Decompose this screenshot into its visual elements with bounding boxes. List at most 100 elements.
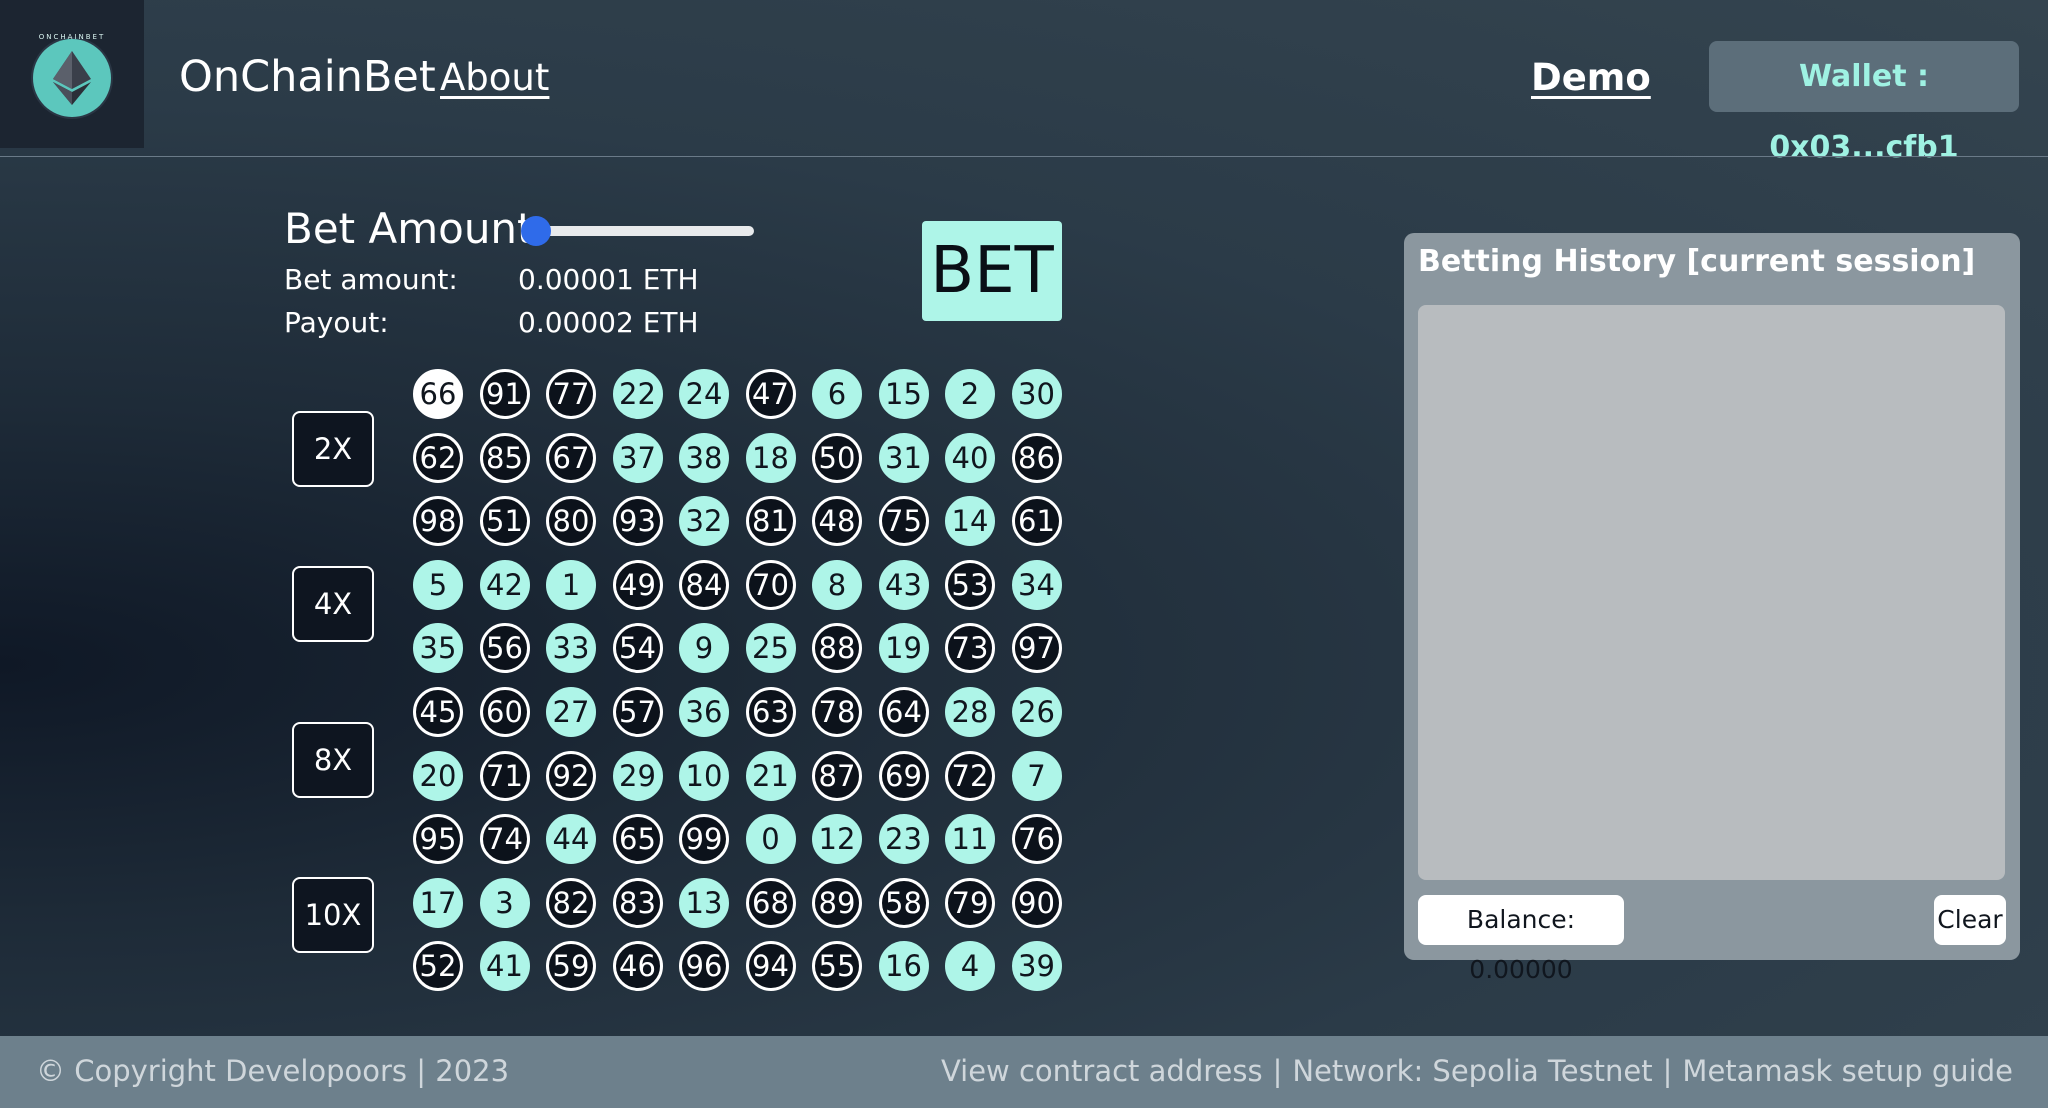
number-ball[interactable]: 16 [878,941,929,992]
number-ball[interactable]: 50 [812,432,862,483]
number-ball[interactable]: 82 [546,877,596,928]
view-contract-link[interactable]: View contract address [941,1054,1263,1088]
number-ball[interactable]: 85 [479,432,530,483]
number-ball[interactable]: 46 [612,941,663,992]
slider-thumb[interactable] [521,216,551,246]
number-ball[interactable]: 43 [878,559,929,610]
number-ball[interactable]: 90 [1011,877,1062,928]
number-ball[interactable]: 12 [812,814,862,865]
number-ball[interactable]: 75 [878,496,929,547]
number-ball[interactable]: 37 [612,432,663,483]
number-ball[interactable]: 89 [812,877,862,928]
number-ball[interactable]: 32 [679,496,729,547]
clear-button[interactable]: Clear [1934,895,2006,945]
number-ball[interactable]: 0 [745,814,796,865]
number-ball[interactable]: 39 [1011,941,1062,992]
number-ball[interactable]: 83 [612,877,663,928]
number-ball[interactable]: 80 [546,496,596,547]
number-ball[interactable]: 92 [546,750,596,801]
number-ball[interactable]: 3 [479,877,530,928]
number-ball[interactable]: 28 [945,687,995,737]
multiplier-4x-button[interactable]: 4X [292,566,374,642]
number-ball[interactable]: 10 [679,750,729,801]
number-ball[interactable]: 30 [1011,369,1062,419]
number-ball[interactable]: 7 [1011,750,1062,801]
number-ball[interactable]: 63 [745,687,796,737]
about-link[interactable]: About [440,56,549,99]
number-ball[interactable]: 2 [945,369,995,419]
multiplier-2x-button[interactable]: 2X [292,411,374,487]
number-ball[interactable]: 86 [1011,432,1062,483]
number-ball[interactable]: 70 [745,559,796,610]
number-ball[interactable]: 66 [413,369,463,419]
number-ball[interactable]: 87 [812,750,862,801]
number-ball[interactable]: 34 [1011,559,1062,610]
number-ball[interactable]: 27 [546,687,596,737]
number-ball[interactable]: 14 [945,496,995,547]
number-ball[interactable]: 96 [679,941,729,992]
number-ball[interactable]: 95 [413,814,463,865]
number-ball[interactable]: 6 [812,369,862,419]
number-ball[interactable]: 79 [945,877,995,928]
number-ball[interactable]: 54 [612,623,663,674]
number-ball[interactable]: 51 [479,496,530,547]
number-ball[interactable]: 36 [679,687,729,737]
number-ball[interactable]: 62 [413,432,463,483]
number-ball[interactable]: 94 [745,941,796,992]
number-ball[interactable]: 29 [612,750,663,801]
number-ball[interactable]: 52 [413,941,463,992]
number-ball[interactable]: 42 [479,559,530,610]
multiplier-10x-button[interactable]: 10X [292,877,374,953]
number-ball[interactable]: 56 [479,623,530,674]
number-ball[interactable]: 73 [945,623,995,674]
number-ball[interactable]: 93 [612,496,663,547]
number-ball[interactable]: 22 [612,369,663,419]
number-ball[interactable]: 5 [413,559,463,610]
number-ball[interactable]: 24 [679,369,729,419]
number-ball[interactable]: 61 [1011,496,1062,547]
bet-amount-slider[interactable] [526,226,754,236]
number-ball[interactable]: 45 [413,687,463,737]
number-ball[interactable]: 49 [612,559,663,610]
number-ball[interactable]: 78 [812,687,862,737]
number-ball[interactable]: 99 [679,814,729,865]
demo-link[interactable]: Demo [1531,56,1651,99]
number-ball[interactable]: 26 [1011,687,1062,737]
number-ball[interactable]: 13 [679,877,729,928]
number-ball[interactable]: 88 [812,623,862,674]
number-ball[interactable]: 65 [612,814,663,865]
number-ball[interactable]: 69 [878,750,929,801]
number-ball[interactable]: 44 [546,814,596,865]
number-ball[interactable]: 77 [546,369,596,419]
number-ball[interactable]: 40 [945,432,995,483]
betting-history-list[interactable] [1418,305,2005,880]
number-ball[interactable]: 9 [679,623,729,674]
number-ball[interactable]: 91 [479,369,530,419]
number-ball[interactable]: 81 [745,496,796,547]
number-ball[interactable]: 67 [546,432,596,483]
number-ball[interactable]: 23 [878,814,929,865]
number-ball[interactable]: 60 [479,687,530,737]
number-ball[interactable]: 53 [945,559,995,610]
number-ball[interactable]: 64 [878,687,929,737]
number-ball[interactable]: 97 [1011,623,1062,674]
number-ball[interactable]: 98 [413,496,463,547]
number-ball[interactable]: 8 [812,559,862,610]
number-ball[interactable]: 18 [745,432,796,483]
number-ball[interactable]: 72 [945,750,995,801]
number-ball[interactable]: 15 [878,369,929,419]
multiplier-8x-button[interactable]: 8X [292,722,374,798]
metamask-guide-link[interactable]: Metamask setup guide [1682,1054,2013,1088]
brand-title[interactable]: OnChainBet [179,52,436,102]
number-ball[interactable]: 48 [812,496,862,547]
number-ball[interactable]: 20 [413,750,463,801]
number-ball[interactable]: 41 [479,941,530,992]
number-ball[interactable]: 19 [878,623,929,674]
number-ball[interactable]: 4 [945,941,995,992]
number-ball[interactable]: 1 [546,559,596,610]
number-ball[interactable]: 38 [679,432,729,483]
number-ball[interactable]: 17 [413,877,463,928]
number-ball[interactable]: 84 [679,559,729,610]
number-ball[interactable]: 31 [878,432,929,483]
number-ball[interactable]: 21 [745,750,796,801]
